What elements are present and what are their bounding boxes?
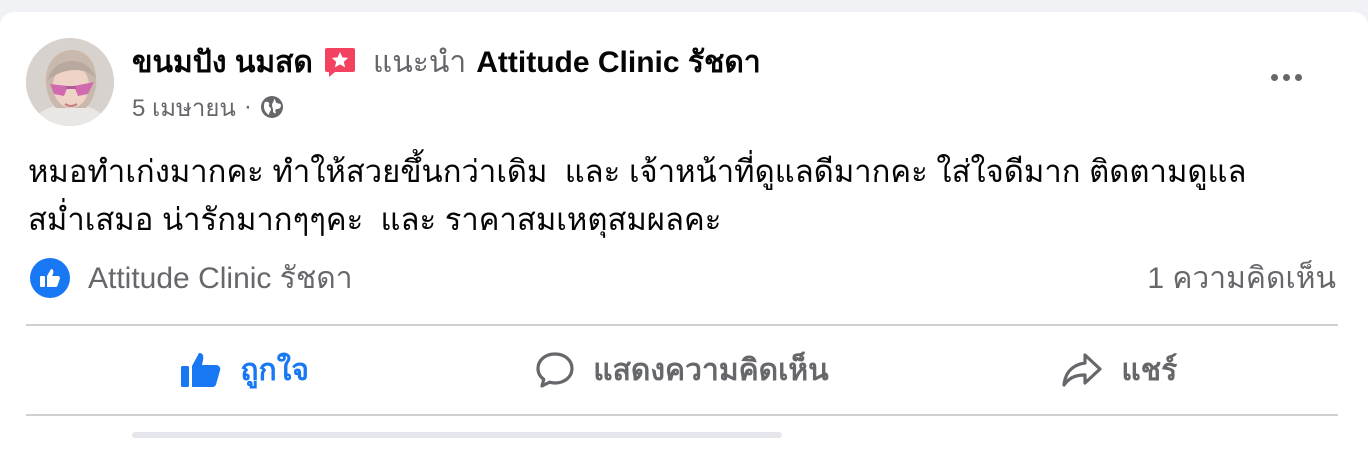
globe-icon[interactable] [260, 95, 284, 119]
comment-label: แสดงความคิดเห็น [593, 353, 829, 387]
divider [26, 414, 1338, 416]
reactions-summary[interactable]: Attitude Clinic รัชดา [30, 258, 353, 298]
reaction-names[interactable]: Attitude Clinic รัชดา [88, 255, 353, 302]
like-reaction-icon [30, 258, 70, 298]
post-text-line: หมอทำเก่งมากคะ ทำให้สวยขึ้นกว่าเดิม และ … [28, 154, 1247, 189]
more-options-button[interactable] [1268, 62, 1304, 92]
comment-button[interactable]: แสดงความคิดเห็น [463, 338, 900, 402]
post-meta: 5 เมษายน · [132, 92, 284, 122]
more-options-icon [1270, 73, 1278, 81]
author-name[interactable]: ขนมปัง นมสด [132, 39, 313, 86]
next-section-edge [132, 432, 782, 438]
thumbs-up-icon [181, 352, 221, 387]
post-card: ขนมปัง นมสด แนะนำ Attitude Clinic รัชดา … [0, 12, 1368, 452]
meta-separator: · [243, 93, 252, 120]
recommends-label: แนะนำ [372, 45, 467, 79]
avatar-image [26, 38, 114, 126]
divider [26, 324, 1338, 326]
more-options-icon [1282, 73, 1290, 81]
post-header: ขนมปัง นมสด แนะนำ Attitude Clinic รัชดา [132, 42, 761, 82]
share-button[interactable]: แชร์ [901, 338, 1338, 402]
recommend-star-icon [323, 45, 357, 79]
comment-count[interactable]: 1 ความคิดเห็น [1147, 258, 1336, 298]
share-arrow-icon [1062, 353, 1103, 387]
like-button[interactable]: ถูกใจ [26, 338, 463, 402]
post-date[interactable]: 5 เมษายน [132, 88, 236, 127]
post-text-line: สม่ำเสมอ น่ารักมากๆๆคะ และ ราคาสมเหตุสมผ… [28, 202, 722, 237]
comment-bubble-icon [536, 352, 574, 388]
post-actions: ถูกใจ แสดงความคิดเห็น แชร์ [26, 338, 1338, 402]
recommended-page-name[interactable]: Attitude Clinic รัชดา [476, 39, 760, 86]
share-label: แชร์ [1121, 353, 1178, 387]
like-label: ถูกใจ [240, 353, 309, 387]
avatar[interactable] [26, 38, 114, 126]
more-options-icon [1294, 73, 1302, 81]
post-text: หมอทำเก่งมากคะ ทำให้สวยขึ้นกว่าเดิม และ … [28, 148, 1338, 244]
